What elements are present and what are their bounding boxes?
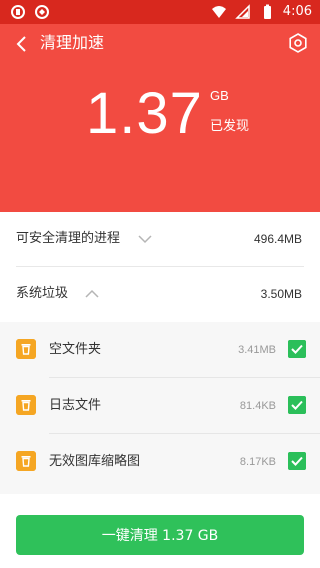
section-process-label: 可安全清理的进程 xyxy=(16,231,121,246)
checkbox-checked-icon[interactable] xyxy=(288,396,306,414)
header-panel: 清理加速 1.37 GB 已发现 xyxy=(0,24,320,212)
list-item[interactable]: 日志文件 81.4KB xyxy=(0,378,320,434)
status-bar-left xyxy=(10,4,50,20)
status-bar-right: 4:06 xyxy=(211,4,312,20)
junk-item-size: 81.4KB xyxy=(239,400,276,412)
battery-icon xyxy=(263,4,271,19)
found-caption: 已发现 xyxy=(210,119,250,134)
junk-item-name: 空文件夹 xyxy=(49,342,102,357)
status-time: 4:06 xyxy=(282,4,312,19)
page-title: 清理加速 xyxy=(40,33,105,52)
list-item[interactable]: 空文件夹 3.41MB xyxy=(0,322,320,378)
back-arrow-icon[interactable] xyxy=(12,34,32,54)
section-process[interactable]: 可安全清理的进程 496.4MB xyxy=(0,212,320,268)
chevron-down-icon[interactable] xyxy=(138,234,152,244)
chevron-up-icon[interactable] xyxy=(85,289,99,299)
app-notification-icon xyxy=(11,5,25,19)
trash-icon xyxy=(16,339,36,359)
section-system-junk-label: 系统垃圾 xyxy=(16,286,69,301)
found-size-unit: GB xyxy=(210,88,229,103)
wifi-icon xyxy=(211,6,226,18)
sync-notification-icon xyxy=(35,5,49,19)
checkbox-checked-icon[interactable] xyxy=(288,340,306,358)
found-size-value: 1.37 xyxy=(86,81,203,146)
status-bar: 4:06 xyxy=(0,0,320,24)
section-system-junk-size: 3.50MB xyxy=(260,287,302,301)
junk-item-size: 8.17KB xyxy=(239,456,276,468)
junk-item-list: 空文件夹 3.41MB 日志文件 81.4KB 无效图库缩略图 8.17KB xyxy=(0,322,320,494)
checkbox-checked-icon[interactable] xyxy=(288,452,306,470)
signal-icon xyxy=(234,4,250,19)
section-process-size: 496.4MB xyxy=(253,232,302,246)
list-item[interactable]: 无效图库缩略图 8.17KB xyxy=(0,434,320,490)
one-click-clean-button[interactable]: 一键清理 1.37 GB xyxy=(16,515,304,555)
junk-item-name: 无效图库缩略图 xyxy=(49,454,141,469)
trash-icon xyxy=(16,395,36,415)
trash-icon xyxy=(16,451,36,471)
section-system-junk[interactable]: 系统垃圾 3.50MB xyxy=(0,267,320,323)
settings-gear-icon[interactable] xyxy=(288,33,308,53)
junk-item-size: 3.41MB xyxy=(238,344,276,356)
junk-item-name: 日志文件 xyxy=(49,398,102,413)
